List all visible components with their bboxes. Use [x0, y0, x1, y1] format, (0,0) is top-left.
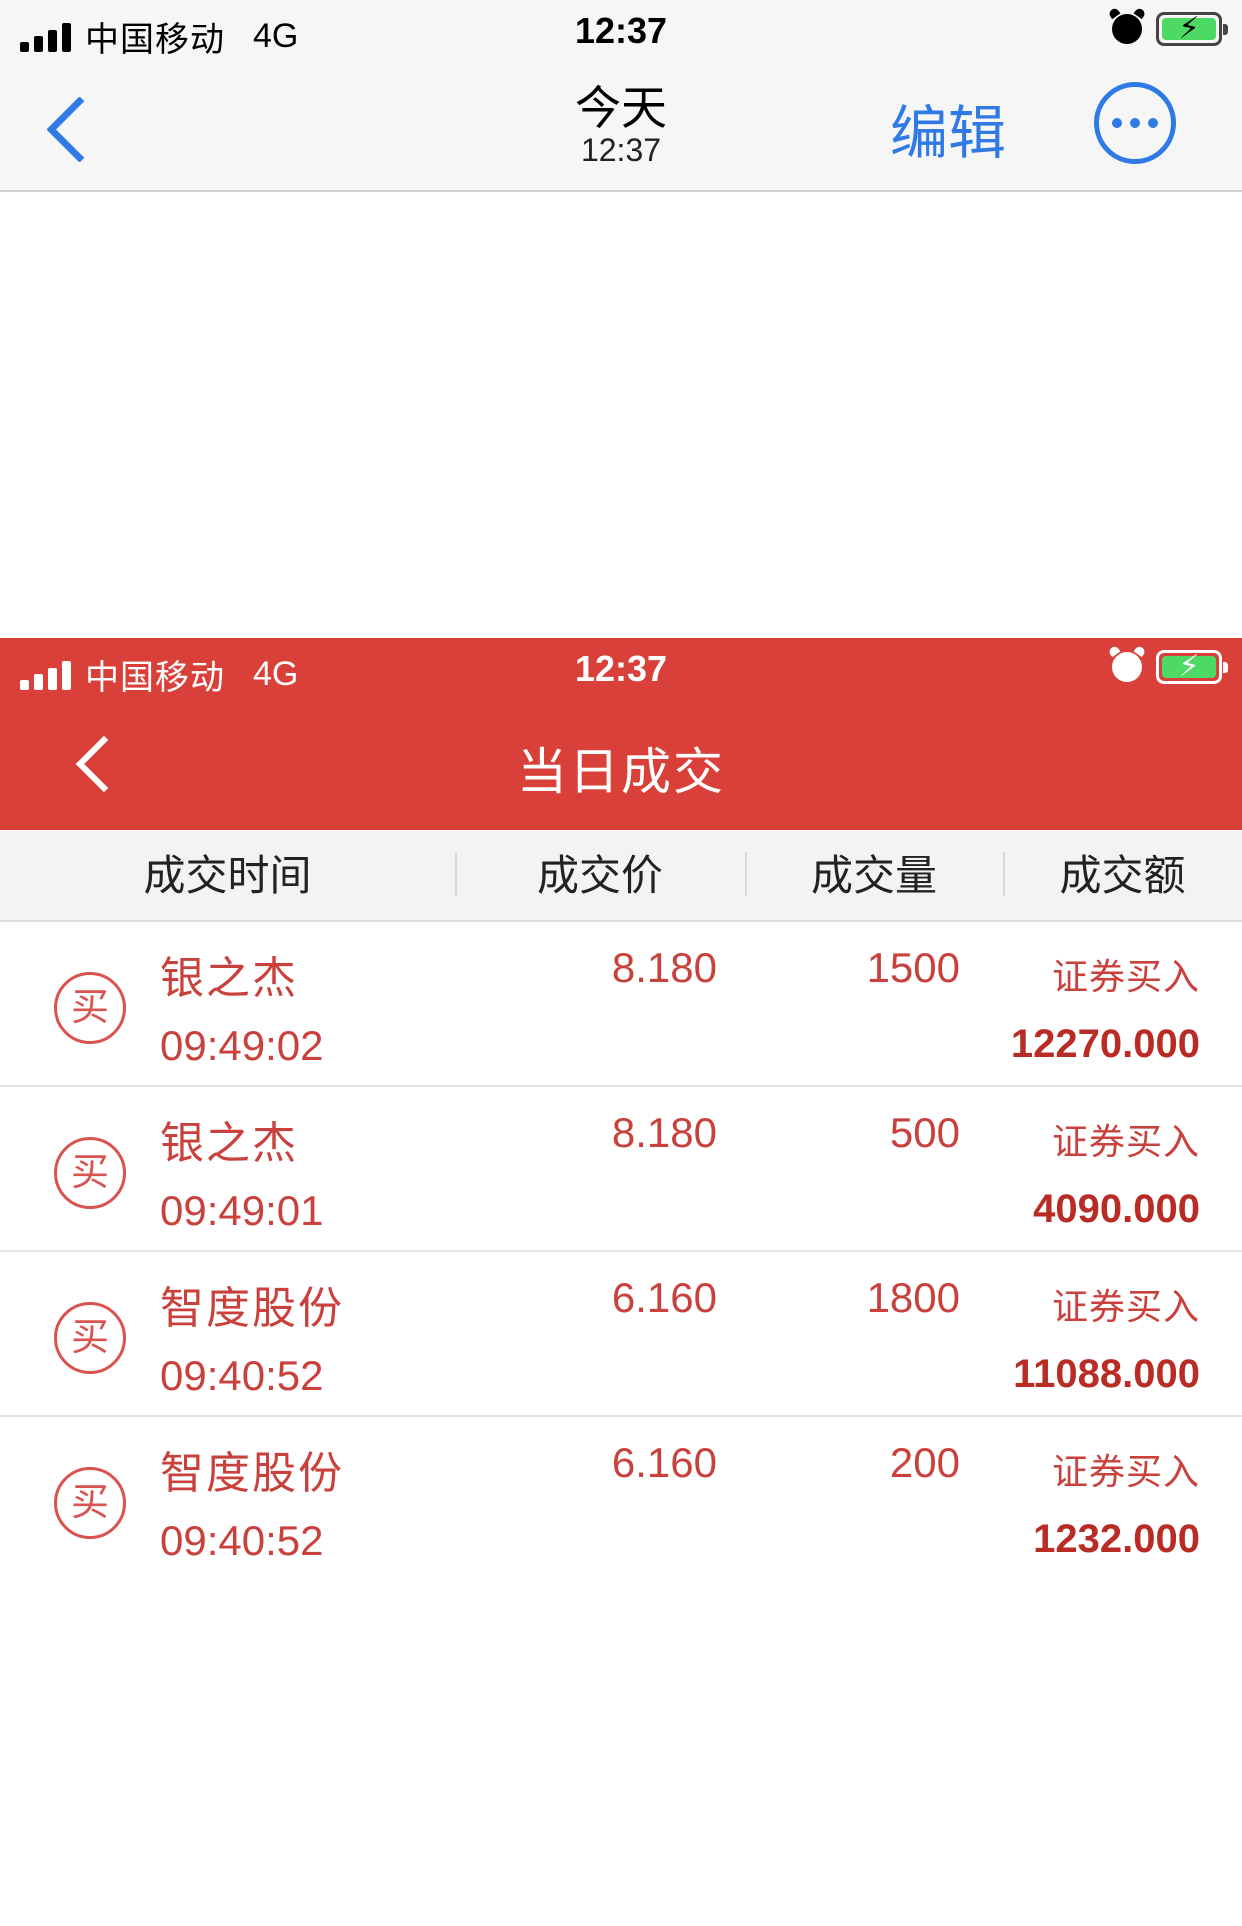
trade-amount: 12270.000 — [1010, 1022, 1200, 1066]
network-type: 4G — [253, 17, 299, 55]
stock-name: 银之杰 — [160, 954, 298, 1003]
nav-title: 今天 — [575, 82, 667, 134]
trade-amount: 11088.000 — [1013, 1352, 1200, 1396]
column-header-price[interactable]: 成交价 — [455, 830, 745, 922]
buy-badge-icon: 买 — [54, 1467, 126, 1539]
carrier-name: 中国移动 — [85, 21, 225, 59]
trade-type: 证券买入 — [1051, 956, 1200, 997]
trade-row[interactable]: 买 智度股份 09:40:52 6.160 1800 证券买入 11088.00… — [0, 1252, 1242, 1417]
battery-charging-icon: ⚡ — [1156, 650, 1228, 684]
trade-volume: 500 — [889, 1109, 960, 1156]
signal-strength-icon — [20, 660, 71, 690]
edit-button[interactable]: 编辑 — [890, 86, 1006, 170]
stock-name: 银之杰 — [160, 1119, 298, 1168]
trade-volume: 200 — [889, 1439, 960, 1486]
trade-volume: 1500 — [866, 944, 960, 991]
more-options-icon[interactable] — [1094, 82, 1176, 164]
app-status-bar-right: ⚡ — [1112, 650, 1228, 684]
alarm-icon — [1112, 652, 1142, 682]
trade-price: 6.160 — [611, 1439, 717, 1486]
trade-type: 证券买入 — [1051, 1451, 1200, 1492]
buy-badge-icon: 买 — [54, 972, 126, 1044]
trade-price: 8.180 — [611, 1109, 717, 1156]
back-chevron-icon[interactable] — [40, 92, 100, 172]
trade-row[interactable]: 买 银之杰 09:49:02 8.180 1500 证券买入 12270.000 — [0, 922, 1242, 1087]
app-status-bar-left: 中国移动 4G — [20, 650, 298, 699]
trade-row[interactable]: 买 银之杰 09:49:01 8.180 500 证券买入 4090.000 — [0, 1087, 1242, 1252]
battery-charging-icon: ⚡ — [1156, 12, 1228, 46]
status-bar-right: ⚡ — [1112, 12, 1228, 46]
message-nav-bar: 今天 12:37 编辑 — [0, 62, 1242, 192]
trade-price: 8.180 — [611, 944, 717, 991]
trade-time: 09:49:01 — [160, 1187, 324, 1234]
carrier-name: 中国移动 — [85, 659, 225, 697]
trade-time: 09:40:52 — [160, 1352, 324, 1399]
signal-strength-icon — [20, 22, 71, 52]
trade-type: 证券买入 — [1051, 1121, 1200, 1162]
trade-time: 09:40:52 — [160, 1517, 324, 1564]
trade-type: 证券买入 — [1051, 1286, 1200, 1327]
status-bar-left: 中国移动 4G — [20, 12, 298, 61]
app-header: 当日成交 — [0, 700, 1242, 830]
trade-amount: 1232.000 — [1033, 1517, 1200, 1561]
trade-time: 09:49:02 — [160, 1022, 324, 1069]
table-header: 成交时间 成交价 成交量 成交额 — [0, 830, 1242, 922]
buy-badge-icon: 买 — [54, 1302, 126, 1374]
trade-amount: 4090.000 — [1033, 1187, 1200, 1231]
column-header-amount[interactable]: 成交额 — [1003, 830, 1242, 922]
trade-volume: 1800 — [866, 1274, 960, 1321]
network-type: 4G — [253, 655, 299, 693]
trade-row[interactable]: 买 智度股份 09:40:52 6.160 200 证券买入 1232.000 — [0, 1417, 1242, 1582]
page-title: 当日成交 — [517, 744, 725, 800]
stock-name: 智度股份 — [160, 1284, 344, 1333]
column-header-time[interactable]: 成交时间 — [0, 830, 455, 922]
back-arrow-icon[interactable] — [66, 730, 136, 800]
buy-badge-icon: 买 — [54, 1137, 126, 1209]
stock-name: 智度股份 — [160, 1449, 344, 1498]
status-bar: 中国移动 4G 12:37 ⚡ — [0, 0, 1242, 62]
app-status-bar: 中国移动 4G 12:37 ⚡ — [0, 638, 1242, 700]
alarm-icon — [1112, 14, 1142, 44]
column-header-volume[interactable]: 成交量 — [745, 830, 1003, 922]
trade-price: 6.160 — [611, 1274, 717, 1321]
nav-subtitle-time: 12:37 — [580, 132, 662, 168]
